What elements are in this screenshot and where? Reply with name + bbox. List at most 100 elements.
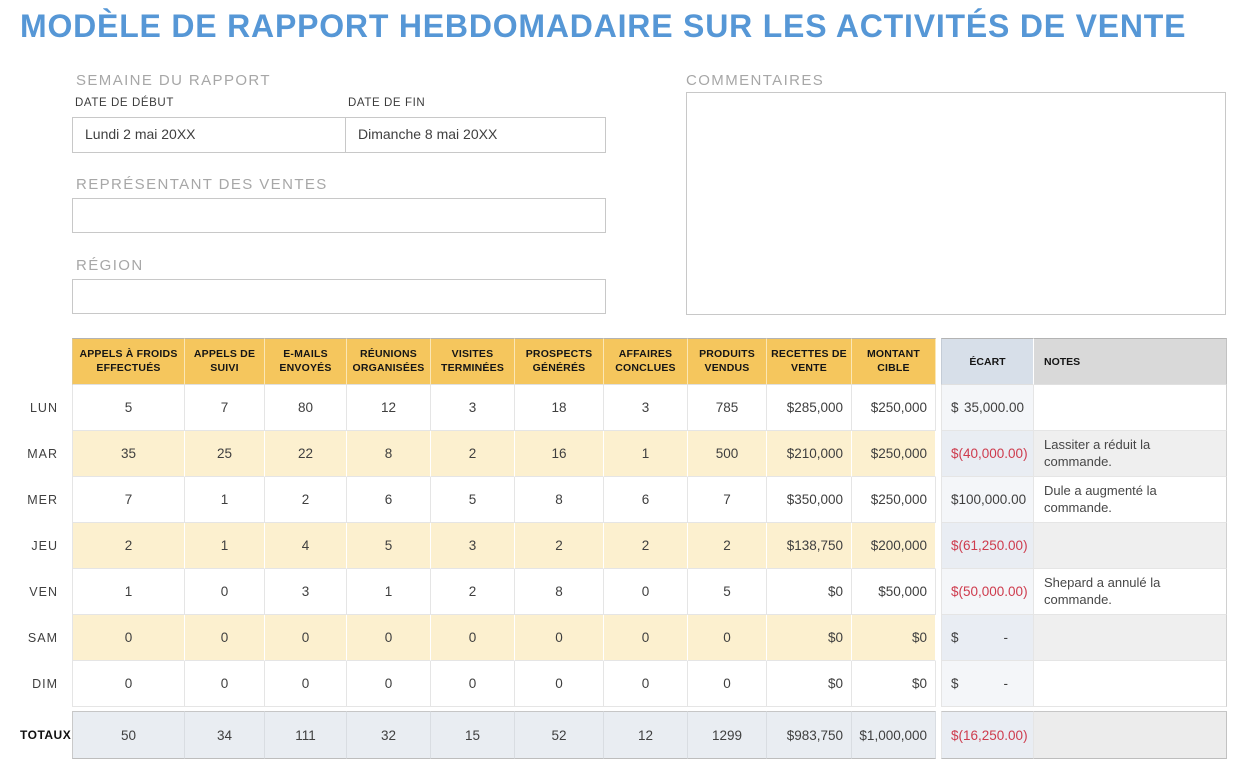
ecart-cell[interactable]: $ - <box>941 615 1034 661</box>
start-date-input[interactable]: Lundi 2 mai 20XX <box>73 118 346 152</box>
day-cell[interactable]: 7 <box>688 477 767 523</box>
day-cell[interactable]: 0 <box>185 661 265 707</box>
day-cell[interactable]: 0 <box>265 661 347 707</box>
day-cell[interactable]: 500 <box>688 431 767 477</box>
day-cell[interactable]: 6 <box>347 477 431 523</box>
day-cell[interactable]: 1 <box>604 431 688 477</box>
day-cell[interactable]: 52 <box>515 711 604 759</box>
sales-rep-input[interactable] <box>72 198 606 233</box>
comments-input[interactable] <box>686 92 1226 315</box>
day-cell[interactable]: 3 <box>265 569 347 615</box>
ecart-cell[interactable]: $ (50,000.00) <box>941 569 1034 615</box>
day-cell[interactable]: $210,000 <box>767 431 852 477</box>
day-cell[interactable]: 7 <box>185 385 265 431</box>
day-cell[interactable]: $0 <box>852 615 936 661</box>
day-cell[interactable]: $1,000,000 <box>852 711 936 759</box>
day-cell[interactable]: 12 <box>604 711 688 759</box>
day-cell[interactable]: 5 <box>688 569 767 615</box>
day-cell[interactable]: 0 <box>72 615 185 661</box>
day-cell[interactable]: 0 <box>431 615 515 661</box>
ecart-cell[interactable]: $ (61,250.00) <box>941 523 1034 569</box>
note-cell[interactable] <box>1034 615 1227 661</box>
day-cell[interactable]: 111 <box>265 711 347 759</box>
day-cell[interactable]: 0 <box>431 661 515 707</box>
day-cell[interactable]: $200,000 <box>852 523 936 569</box>
day-cell[interactable]: 4 <box>265 523 347 569</box>
day-cell[interactable]: 0 <box>688 661 767 707</box>
day-cell[interactable]: $0 <box>767 661 852 707</box>
day-cell[interactable]: 0 <box>347 615 431 661</box>
note-cell[interactable] <box>1034 661 1227 707</box>
day-cell[interactable]: 34 <box>185 711 265 759</box>
day-cell[interactable]: 1 <box>185 477 265 523</box>
day-cell[interactable]: $285,000 <box>767 385 852 431</box>
day-cell[interactable]: 0 <box>688 615 767 661</box>
day-cell[interactable]: 0 <box>604 569 688 615</box>
day-cell[interactable]: 12 <box>347 385 431 431</box>
note-cell[interactable]: Dule a augmenté la commande. <box>1034 477 1227 523</box>
day-cell[interactable]: 0 <box>347 661 431 707</box>
day-cell[interactable]: 0 <box>604 615 688 661</box>
day-cell[interactable]: 2 <box>604 523 688 569</box>
day-cell[interactable]: 0 <box>185 615 265 661</box>
day-cell[interactable]: 3 <box>431 385 515 431</box>
day-cell[interactable]: 1299 <box>688 711 767 759</box>
note-cell[interactable]: Shepard a annulé la commande. <box>1034 569 1227 615</box>
ecart-cell[interactable]: $100,000.00 <box>941 477 1034 523</box>
ecart-cell[interactable]: $ (16,250.00) <box>941 711 1034 759</box>
day-cell[interactable]: 50 <box>72 711 185 759</box>
day-cell[interactable]: 6 <box>604 477 688 523</box>
day-cell[interactable]: $983,750 <box>767 711 852 759</box>
day-cell[interactable]: $250,000 <box>852 431 936 477</box>
day-cell[interactable]: 35 <box>72 431 185 477</box>
day-cell[interactable]: 0 <box>265 615 347 661</box>
ecart-cell[interactable]: $ (40,000.00) <box>941 431 1034 477</box>
note-cell[interactable]: Lassiter a réduit la commande. <box>1034 431 1227 477</box>
day-cell[interactable]: 3 <box>604 385 688 431</box>
day-cell[interactable]: 0 <box>515 615 604 661</box>
day-cell[interactable]: 5 <box>431 477 515 523</box>
day-cell[interactable]: $0 <box>767 569 852 615</box>
day-cell[interactable]: 0 <box>185 569 265 615</box>
ecart-cell[interactable]: $ - <box>941 661 1034 707</box>
day-cell[interactable]: $0 <box>767 615 852 661</box>
day-cell[interactable]: 2 <box>515 523 604 569</box>
day-cell[interactable]: 18 <box>515 385 604 431</box>
day-cell[interactable]: 8 <box>515 477 604 523</box>
day-cell[interactable]: 8 <box>515 569 604 615</box>
region-input[interactable] <box>72 279 606 314</box>
day-cell[interactable]: $50,000 <box>852 569 936 615</box>
day-cell[interactable]: 7 <box>72 477 185 523</box>
day-cell[interactable]: 1 <box>185 523 265 569</box>
day-cell[interactable]: 0 <box>72 661 185 707</box>
day-cell[interactable]: 2 <box>265 477 347 523</box>
day-cell[interactable]: 0 <box>604 661 688 707</box>
day-cell[interactable]: 2 <box>688 523 767 569</box>
day-cell[interactable]: $350,000 <box>767 477 852 523</box>
day-cell[interactable]: 2 <box>72 523 185 569</box>
day-cell[interactable]: $250,000 <box>852 385 936 431</box>
ecart-cell[interactable]: $35,000.00 <box>941 385 1034 431</box>
day-cell[interactable]: 5 <box>347 523 431 569</box>
day-cell[interactable]: $250,000 <box>852 477 936 523</box>
note-cell[interactable] <box>1034 711 1227 759</box>
day-cell[interactable]: 2 <box>431 431 515 477</box>
day-cell[interactable]: 5 <box>72 385 185 431</box>
day-cell[interactable]: 22 <box>265 431 347 477</box>
end-date-input[interactable]: Dimanche 8 mai 20XX <box>346 118 605 152</box>
day-cell[interactable]: 8 <box>347 431 431 477</box>
day-cell[interactable]: $0 <box>852 661 936 707</box>
day-cell[interactable]: 1 <box>347 569 431 615</box>
day-cell[interactable]: 785 <box>688 385 767 431</box>
day-cell[interactable]: 1 <box>72 569 185 615</box>
day-cell[interactable]: 2 <box>431 569 515 615</box>
day-cell[interactable]: 3 <box>431 523 515 569</box>
day-cell[interactable]: 25 <box>185 431 265 477</box>
day-cell[interactable]: 15 <box>431 711 515 759</box>
day-cell[interactable]: 16 <box>515 431 604 477</box>
day-cell[interactable]: $138,750 <box>767 523 852 569</box>
note-cell[interactable] <box>1034 385 1227 431</box>
note-cell[interactable] <box>1034 523 1227 569</box>
day-cell[interactable]: 0 <box>515 661 604 707</box>
day-cell[interactable]: 32 <box>347 711 431 759</box>
